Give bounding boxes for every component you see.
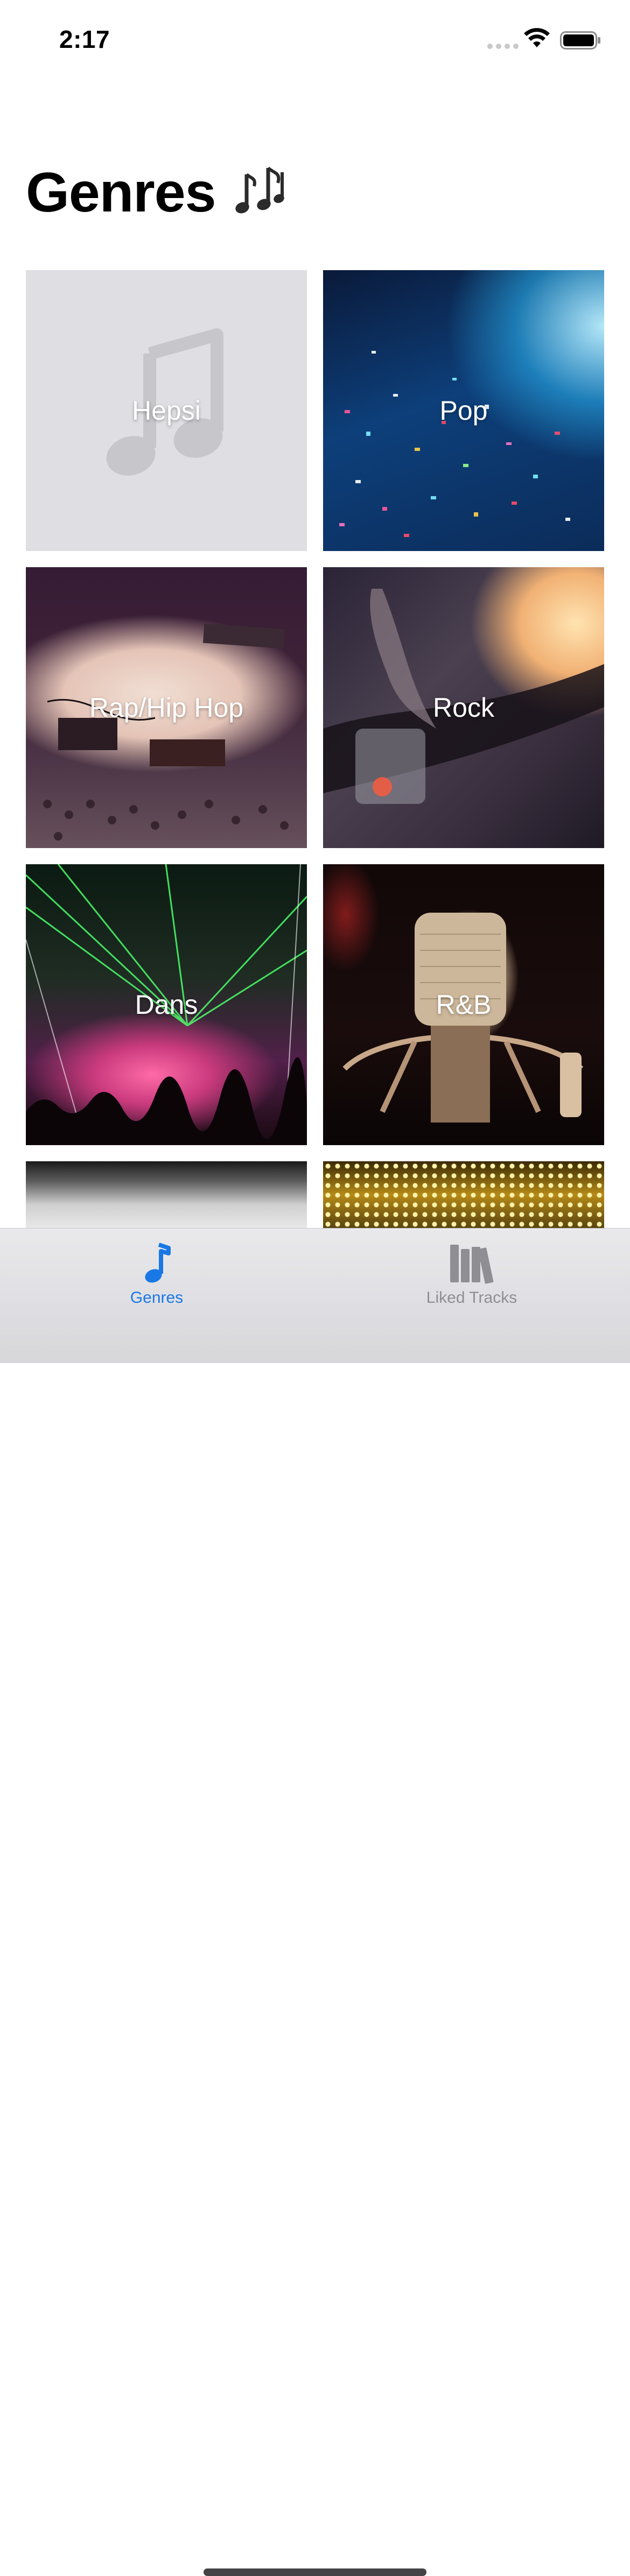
genre-label: R&B xyxy=(436,990,492,1020)
genre-tile-hepsi[interactable]: Hepsi xyxy=(26,270,307,551)
status-time: 2:17 xyxy=(59,25,110,53)
genres-grid: Hepsi Pop Rap/Hip Hop Rock Dans R&B xyxy=(26,270,604,1228)
battery-icon xyxy=(560,31,600,50)
genre-label: Rap/Hip Hop xyxy=(89,693,244,723)
genre-label: Rock xyxy=(433,693,494,723)
tab-label: Liked Tracks xyxy=(426,1289,517,1307)
tab-label: Genres xyxy=(130,1289,184,1307)
genre-tile-partial-left[interactable] xyxy=(26,1161,307,1228)
cellular-signal-icon xyxy=(487,44,519,49)
music-note-icon xyxy=(145,1243,171,1283)
genre-tile-pop[interactable]: Pop xyxy=(323,270,604,551)
tab-liked-tracks[interactable]: Liked Tracks xyxy=(391,1241,552,1307)
genre-tile-rnb[interactable]: R&B xyxy=(323,864,604,1145)
status-bar: 2:17 xyxy=(0,0,630,75)
page-title-text: Genres xyxy=(26,161,216,224)
genre-tile-rock[interactable]: Rock xyxy=(323,567,604,848)
musical-notes-icon xyxy=(235,166,285,214)
genre-label: Pop xyxy=(439,396,488,426)
tab-bar: Genres Liked Tracks xyxy=(0,1228,630,2576)
library-icon xyxy=(450,1245,494,1284)
genre-tile-rap-hip-hop[interactable]: Rap/Hip Hop xyxy=(26,567,307,848)
wifi-icon xyxy=(524,28,550,47)
home-indicator xyxy=(204,2568,426,2576)
genre-tile-dans[interactable]: Dans xyxy=(26,864,307,1145)
genre-tile-partial-right[interactable] xyxy=(323,1161,604,1228)
genre-label: Hepsi xyxy=(132,396,201,426)
genre-label: Dans xyxy=(135,990,198,1020)
page-title: Genres xyxy=(26,165,290,221)
tab-genres[interactable]: Genres xyxy=(76,1241,237,1307)
